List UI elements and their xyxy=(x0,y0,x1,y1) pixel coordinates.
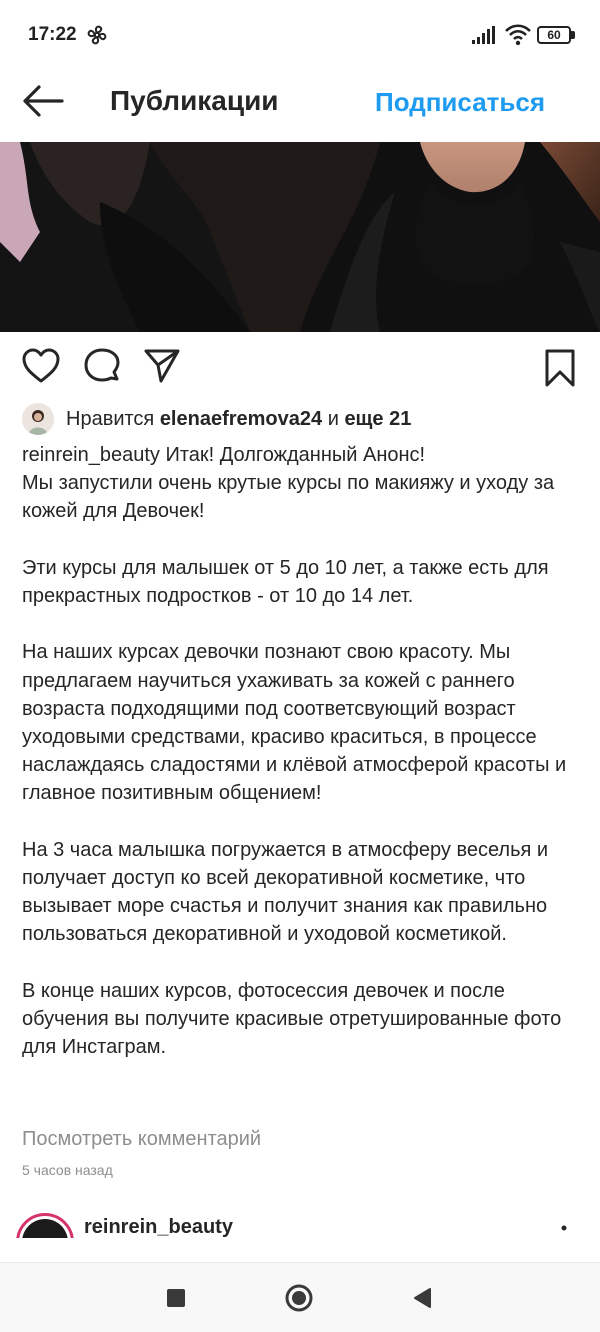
post-photo-image xyxy=(0,142,600,332)
caption-line: Мы запустили очень крутые курсы по макия… xyxy=(22,472,555,523)
heart-icon[interactable] xyxy=(22,348,60,384)
caption-line: В конце наших курсов, фотосессия девочек… xyxy=(22,979,562,1059)
bookmark-icon[interactable] xyxy=(542,348,578,388)
caption-line: Эти курсы для малышек от 5 до 10 лет, а … xyxy=(22,556,549,607)
post-timestamp: 5 часов назад xyxy=(22,1162,113,1178)
triangle-back-icon[interactable] xyxy=(412,1287,432,1309)
post-photo[interactable] xyxy=(0,142,600,332)
likes-text: Нравится elenaefremova24 и еще 21 xyxy=(66,408,411,431)
signal-icon xyxy=(472,26,495,44)
likes-conjunction: и xyxy=(322,407,345,430)
battery-level: 60 xyxy=(537,26,571,44)
caption-username[interactable]: reinrein_beauty xyxy=(22,444,160,466)
avatar[interactable] xyxy=(16,1213,74,1238)
follow-button[interactable]: Подписаться xyxy=(375,87,545,118)
fan-icon xyxy=(87,25,107,45)
status-time: 17:22 xyxy=(28,24,77,45)
battery-icon: 60 xyxy=(537,26,575,44)
paper-plane-icon[interactable] xyxy=(143,348,181,384)
likes-row[interactable]: Нравится elenaefremova24 и еще 21 xyxy=(22,402,411,436)
square-icon[interactable] xyxy=(166,1288,186,1308)
avatar-image xyxy=(22,403,54,435)
circle-icon[interactable] xyxy=(284,1283,314,1313)
wifi-icon xyxy=(505,24,531,46)
status-bar: 17:22 60 xyxy=(0,0,600,70)
liker-username[interactable]: elenaefremova24 xyxy=(160,408,322,430)
likes-prefix: Нравится xyxy=(66,407,160,430)
comment-bubble-icon[interactable] xyxy=(83,348,121,386)
more-options-icon[interactable] xyxy=(560,1222,568,1236)
likes-others[interactable]: еще 21 xyxy=(344,408,411,430)
caption-line: Итак! Долгожданный Анонс! xyxy=(165,444,426,466)
header: Публикации Подписаться xyxy=(0,70,600,142)
next-post-username[interactable]: reinrein_beauty xyxy=(84,1216,233,1238)
action-bar xyxy=(0,340,600,394)
caption-line: На наших курсах девочки познают свою кра… xyxy=(22,641,567,805)
liker-avatar[interactable] xyxy=(22,403,54,435)
caption-line: На 3 часа малышка погружается в атмосфер… xyxy=(22,838,549,946)
next-post-header: reinrein_beauty xyxy=(0,1210,600,1238)
arrow-left-icon[interactable] xyxy=(22,84,64,118)
caption: reinrein_beauty Итак! Долгожданный Анонс… xyxy=(22,441,578,1061)
view-comments-link[interactable]: Посмотреть комментарий xyxy=(22,1128,261,1151)
system-nav-bar xyxy=(0,1262,600,1332)
page-title: Публикации xyxy=(110,85,279,116)
